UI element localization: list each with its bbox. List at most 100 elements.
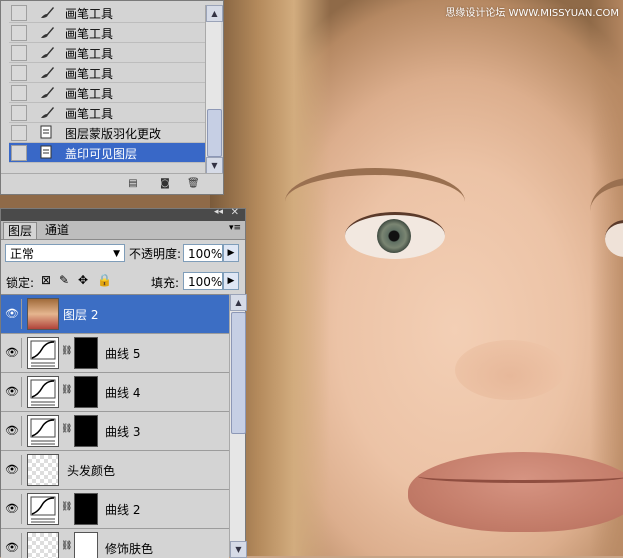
opacity-input[interactable]: 100% — [183, 244, 223, 262]
history-scrollbar[interactable]: ▲ ▼ — [205, 5, 223, 174]
layer-name: 图层 2 — [63, 308, 99, 322]
layer-list: 👁 图层 2 👁 ⛓ 曲线 5 👁 ⛓ 曲线 4 👁 ⛓ 曲线 3 👁 头发颜色 👁 ⛓ 曲线 2 👁 ⛓ 修饰肤色 — [1, 294, 229, 558]
history-item[interactable]: 画笔工具 — [9, 63, 205, 83]
eye-visibility-icon[interactable]: 👁 — [3, 533, 22, 558]
history-item[interactable]: 画笔工具 — [9, 83, 205, 103]
opacity-value: 100% — [188, 247, 223, 261]
eye-visibility-icon[interactable]: 👁 — [3, 416, 22, 446]
layer-mask-thumbnail[interactable] — [74, 415, 98, 447]
link-icon[interactable]: ⛓ — [61, 541, 72, 551]
collapse-icon[interactable]: ◂◂ — [214, 207, 223, 217]
history-item-label: 画笔工具 — [65, 67, 114, 81]
history-item-label: 画笔工具 — [65, 27, 114, 41]
document-icon — [39, 145, 55, 159]
opacity-arrow-button[interactable]: ▶ — [223, 244, 239, 262]
history-checkbox[interactable] — [11, 125, 27, 141]
scroll-up-icon[interactable]: ▲ — [230, 294, 247, 311]
eye-visibility-icon[interactable]: 👁 — [3, 299, 22, 329]
brush-icon — [39, 45, 55, 59]
brush-icon — [39, 105, 55, 119]
lock-transparent-icon[interactable]: ⊠ — [41, 273, 51, 287]
curves-adjustment-icon[interactable] — [27, 376, 59, 408]
link-icon[interactable]: ⛓ — [61, 385, 72, 395]
history-checkbox[interactable] — [11, 85, 27, 101]
lock-label: 锁定: — [6, 276, 35, 290]
layer-mask-thumbnail[interactable] — [74, 493, 98, 525]
eye-visibility-icon[interactable]: 👁 — [3, 338, 22, 368]
layer-thumbnail[interactable] — [27, 454, 59, 486]
new-document-icon[interactable]: ▤ — [127, 178, 139, 189]
blend-mode-value: 正常 — [10, 247, 35, 261]
history-item[interactable]: 画笔工具 — [9, 43, 205, 63]
trash-icon[interactable]: 🗑 — [187, 178, 200, 189]
history-item-label: 画笔工具 — [65, 47, 114, 61]
panel-titlebar: ◂◂ ✕ — [1, 207, 245, 221]
nose — [455, 340, 565, 400]
history-item[interactable]: 盖印可见图层 — [9, 143, 205, 163]
layer-name: 修饰肤色 — [105, 542, 154, 556]
layer-row[interactable]: 👁 ⛓ 曲线 5 — [1, 334, 229, 373]
layer-row[interactable]: 👁 头发颜色 — [1, 451, 229, 490]
document-icon — [39, 125, 55, 139]
layer-mask-thumbnail[interactable] — [74, 532, 98, 558]
panel-menu-icon[interactable]: ▾≡ — [229, 223, 241, 233]
layer-row[interactable]: 👁 图层 2 — [1, 295, 229, 334]
history-item-label: 画笔工具 — [65, 7, 114, 21]
layer-mask-thumbnail[interactable] — [74, 376, 98, 408]
layer-name: 曲线 2 — [105, 503, 141, 517]
scroll-down-icon[interactable]: ▼ — [206, 157, 223, 174]
layer-row[interactable]: 👁 ⛓ 曲线 2 — [1, 490, 229, 529]
history-panel: 画笔工具 画笔工具 画笔工具 画笔工具 画笔工具 画笔工具 图层蒙版羽化更改 盖印可见图层 ▲… — [0, 0, 224, 195]
opacity-label: 不透明度: — [129, 247, 182, 261]
layer-thumbnail[interactable] — [27, 532, 59, 558]
brush-icon — [39, 85, 55, 99]
chevron-down-icon: ▼ — [113, 249, 120, 259]
eye-visibility-icon[interactable]: 👁 — [3, 494, 22, 524]
layer-row[interactable]: 👁 ⛓ 曲线 4 — [1, 373, 229, 412]
history-item[interactable]: 图层蒙版羽化更改 — [9, 123, 205, 143]
layer-name: 曲线 3 — [105, 425, 141, 439]
scroll-up-icon[interactable]: ▲ — [206, 5, 223, 22]
curves-adjustment-icon[interactable] — [27, 493, 59, 525]
fill-input[interactable]: 100% — [183, 272, 223, 290]
fill-label: 填充: — [151, 276, 180, 290]
history-item-label: 盖印可见图层 — [65, 147, 138, 161]
curves-adjustment-icon[interactable] — [27, 415, 59, 447]
history-button-bar: ▤ ◙ 🗑 — [1, 173, 223, 194]
snapshot-icon[interactable]: ◙ — [159, 178, 171, 189]
history-checkbox[interactable] — [11, 25, 27, 41]
scroll-thumb[interactable] — [231, 312, 246, 434]
lock-paint-icon[interactable]: ✎ — [59, 273, 69, 287]
scroll-down-icon[interactable]: ▼ — [230, 541, 247, 558]
close-icon[interactable]: ✕ — [231, 207, 239, 218]
history-checkbox[interactable] — [11, 45, 27, 61]
tab-layers[interactable]: 图层 — [3, 222, 38, 239]
history-checkbox[interactable] — [11, 5, 27, 21]
lock-all-icon[interactable]: 🔒 — [97, 273, 112, 287]
layers-scrollbar[interactable]: ▲ ▼ — [229, 294, 247, 558]
link-icon[interactable]: ⛓ — [61, 424, 72, 434]
layer-row[interactable]: 👁 ⛓ 曲线 3 — [1, 412, 229, 451]
lock-move-icon[interactable]: ✥ — [78, 273, 88, 287]
history-item[interactable]: 画笔工具 — [9, 103, 205, 123]
link-icon[interactable]: ⛓ — [61, 502, 72, 512]
blend-mode-select[interactable]: 正常 ▼ — [5, 244, 125, 262]
layer-thumbnail[interactable] — [27, 298, 59, 330]
layer-row[interactable]: 👁 ⛓ 修饰肤色 — [1, 529, 229, 558]
history-item[interactable]: 画笔工具 — [9, 23, 205, 43]
scroll-thumb[interactable] — [207, 109, 222, 157]
history-checkbox[interactable] — [11, 105, 27, 121]
tab-channels[interactable]: 通道 — [41, 222, 73, 238]
eye-visibility-icon[interactable]: 👁 — [3, 455, 22, 485]
history-item[interactable]: 画笔工具 — [9, 3, 205, 23]
curves-adjustment-icon[interactable] — [27, 337, 59, 369]
layer-mask-thumbnail[interactable] — [74, 337, 98, 369]
history-checkbox[interactable] — [11, 65, 27, 81]
watermark: 思缘设计论坛 WWW.MISSYUAN.COM — [445, 8, 619, 19]
link-icon[interactable]: ⛓ — [61, 346, 72, 356]
iris — [377, 219, 411, 253]
brush-icon — [39, 25, 55, 39]
fill-arrow-button[interactable]: ▶ — [223, 272, 239, 290]
eye-visibility-icon[interactable]: 👁 — [3, 377, 22, 407]
history-checkbox[interactable] — [11, 145, 27, 161]
